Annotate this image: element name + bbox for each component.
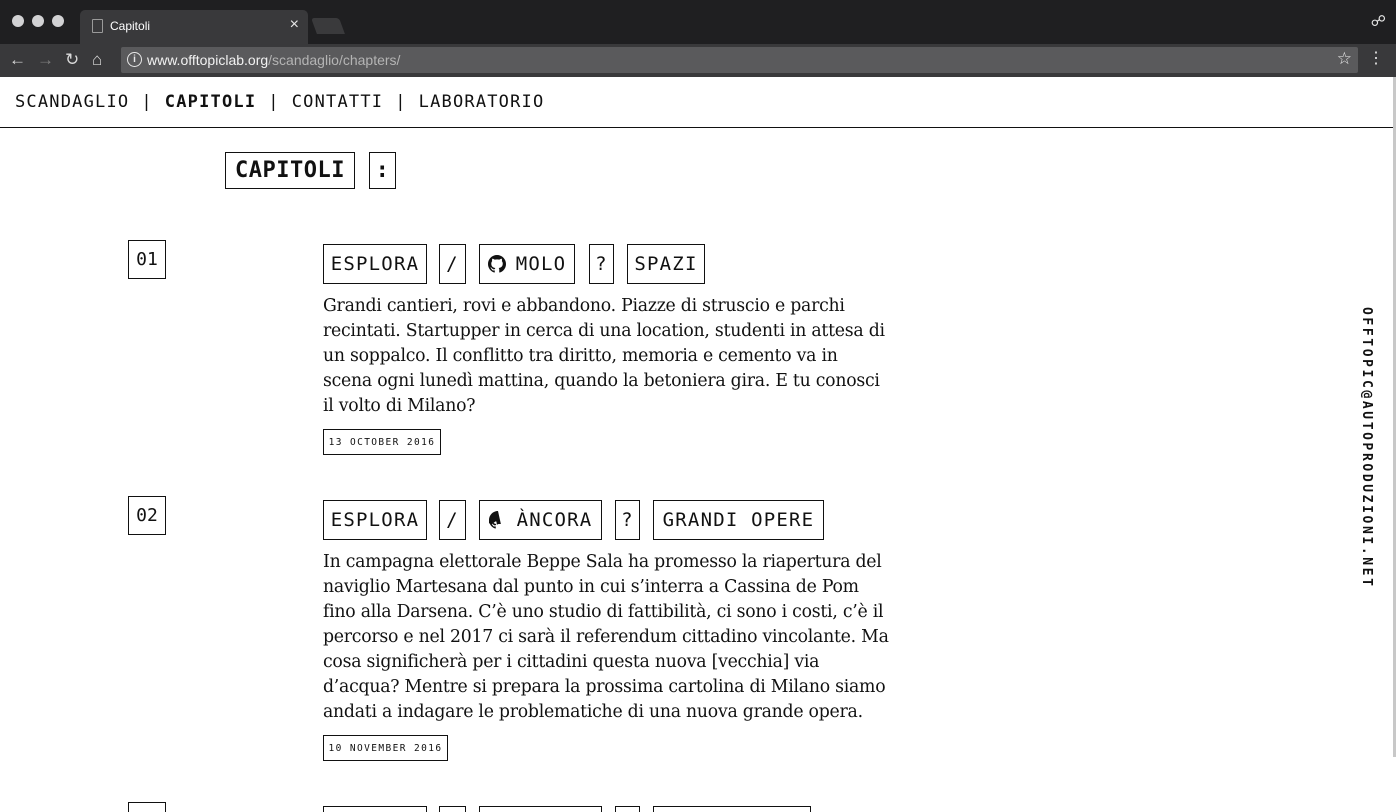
window-close-button[interactable] xyxy=(12,15,24,27)
topic-link[interactable]: SPAZI xyxy=(627,244,705,284)
address-bar[interactable]: i www.offtopiclab.org/scandaglio/chapter… xyxy=(121,47,1358,73)
nav-separator: | xyxy=(141,92,153,112)
window-zoom-button[interactable] xyxy=(52,15,64,27)
window-minimize-button[interactable] xyxy=(32,15,44,27)
tab-title: Capitoli xyxy=(110,19,151,33)
github-icon xyxy=(488,511,501,529)
chapter-number: 01 xyxy=(128,240,166,279)
tab-close-icon[interactable]: × xyxy=(290,16,299,34)
slash-separator: / xyxy=(439,500,466,540)
new-tab-button[interactable] xyxy=(311,18,345,34)
browser-tab-bar: Capitoli × ☍ xyxy=(0,0,1396,44)
project-label: MOLO xyxy=(515,253,567,275)
project-link[interactable] xyxy=(479,806,602,812)
page-title-colon: : xyxy=(369,152,396,189)
nav-item-capitoli[interactable]: CAPITOLI xyxy=(165,92,256,112)
chapter-number: 02 xyxy=(128,496,166,535)
slash-separator xyxy=(439,806,466,812)
incognito-icon: ☍ xyxy=(1370,13,1386,30)
home-icon[interactable]: ⌂ xyxy=(92,49,102,71)
chapter-description: Grandi cantieri, rovi e abbandono. Piazz… xyxy=(323,296,885,416)
chapter-date: 10 NOVEMBER 2016 xyxy=(323,735,448,761)
url-host: www.offtopiclab.org xyxy=(147,52,269,68)
reload-icon[interactable]: ↻ xyxy=(65,49,79,71)
topic-link[interactable] xyxy=(653,806,811,812)
chapter-description: In campagna elettorale Beppe Sala ha pro… xyxy=(323,552,889,722)
github-icon xyxy=(487,255,506,273)
url-path: /scandaglio/chapters/ xyxy=(268,52,401,68)
explore-link[interactable]: ESPLORA xyxy=(323,500,427,540)
explore-link[interactable] xyxy=(323,806,427,812)
nav-separator: | xyxy=(395,92,407,112)
nav-separator: | xyxy=(268,92,280,112)
project-link[interactable]: ÀNCORA xyxy=(479,500,602,540)
site-nav: SCANDAGLIO | CAPITOLI | CONTATTI | LABORATORIO xyxy=(0,77,1396,128)
bookmark-star-icon[interactable]: ☆ xyxy=(1337,49,1352,69)
back-icon[interactable]: ← xyxy=(9,49,26,71)
explore-link[interactable]: ESPLORA xyxy=(323,244,427,284)
browser-menu-icon[interactable]: ⋮ xyxy=(1368,50,1384,68)
question-separator xyxy=(615,806,640,812)
slash-separator: / xyxy=(439,244,466,284)
topic-link[interactable]: GRANDI OPERE xyxy=(653,500,824,540)
project-label: ÀNCORA xyxy=(516,509,593,531)
forward-icon[interactable]: → xyxy=(37,49,54,71)
nav-item-contatti[interactable]: CONTATTI xyxy=(292,92,383,112)
browser-tab[interactable]: Capitoli × xyxy=(80,10,308,44)
question-separator: ? xyxy=(589,244,614,284)
info-icon[interactable]: i xyxy=(127,52,142,67)
browser-toolbar: ← → ↻ ⌂ i www.offtopiclab.org/scandaglio… xyxy=(0,44,1396,77)
project-link[interactable]: MOLO xyxy=(479,244,575,284)
url-text[interactable]: www.offtopiclab.org/scandaglio/chapters/ xyxy=(147,52,400,68)
chapter-number xyxy=(128,802,166,812)
contact-email-link[interactable]: OFFTOPIC@AUTOPRODUZIONI.NET xyxy=(1359,307,1374,589)
question-separator: ? xyxy=(615,500,640,540)
page-title: CAPITOLI xyxy=(225,152,355,189)
chapter-date: 13 OCTOBER 2016 xyxy=(323,429,441,455)
nav-item-laboratorio[interactable]: LABORATORIO xyxy=(419,92,545,112)
nav-item-scandaglio[interactable]: SCANDAGLIO xyxy=(15,92,129,112)
page-icon xyxy=(92,19,103,33)
